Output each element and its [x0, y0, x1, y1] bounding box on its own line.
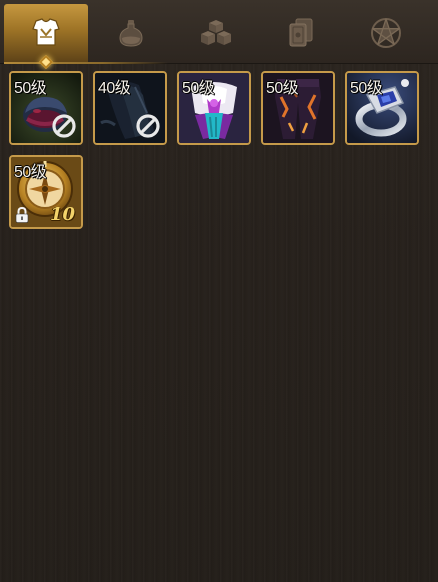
cards-icon: [289, 18, 313, 47]
tab-cards[interactable]: [259, 4, 343, 62]
tab-materials[interactable]: [174, 4, 258, 62]
inventory-tab-bar: [0, 0, 438, 70]
armor-icon: [32, 18, 60, 46]
item-count: 10: [49, 204, 75, 225]
tab-special[interactable]: [344, 4, 428, 62]
unusable-icon: [52, 114, 76, 138]
item-level: 50级: [266, 80, 299, 97]
item-level: 50级: [182, 80, 215, 97]
item-slot[interactable]: 40级: [93, 71, 167, 145]
item-level: 50级: [350, 80, 383, 97]
item-level: 50级: [14, 80, 47, 97]
item-slot[interactable]: 50级: [261, 71, 335, 145]
item-slot[interactable]: 50级: [9, 71, 83, 145]
tab-consumables[interactable]: [89, 4, 173, 62]
item-slot[interactable]: 50级: [345, 71, 419, 145]
cubes-icon: [201, 20, 231, 45]
item-level: 40级: [98, 80, 131, 97]
potion-icon: [119, 20, 143, 47]
unusable-icon: [136, 114, 160, 138]
tab-equipment[interactable]: [4, 4, 88, 62]
lock-icon: [15, 207, 29, 223]
pentagram-icon: [371, 18, 401, 48]
item-slot[interactable]: 50级: [177, 71, 251, 145]
item-level: 50级: [14, 164, 47, 181]
item-slot[interactable]: 50级 10: [9, 155, 83, 229]
active-tab-underline: [4, 62, 168, 64]
